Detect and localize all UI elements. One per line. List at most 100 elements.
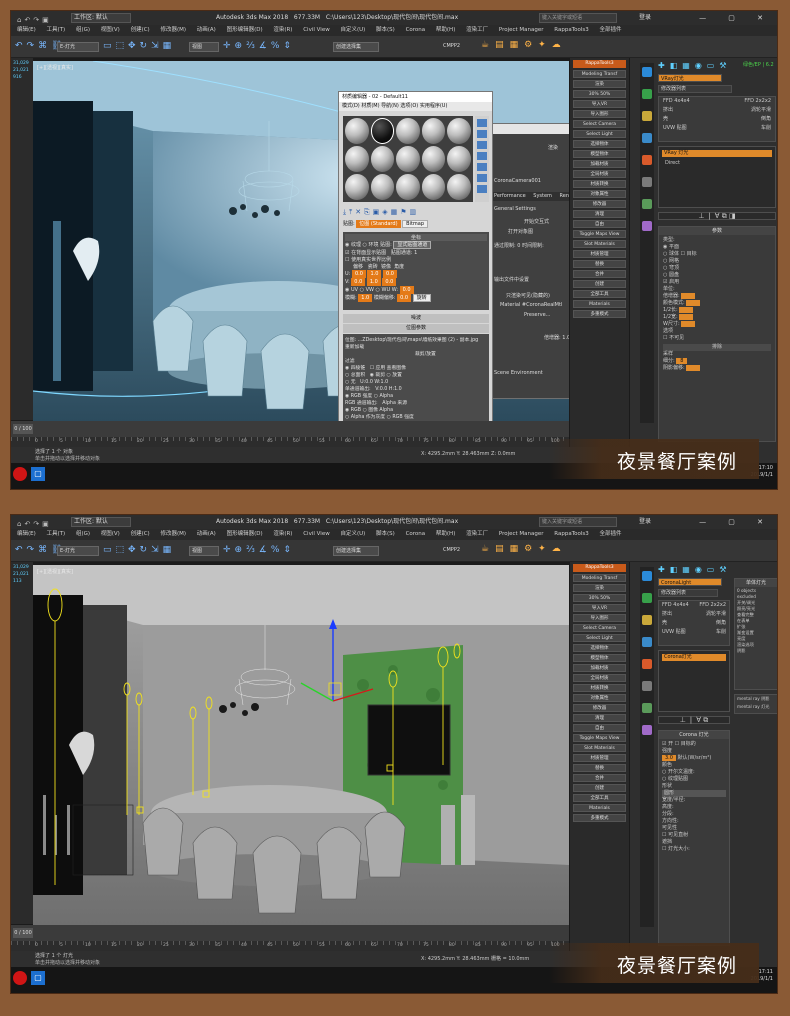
modify-icon[interactable] — [642, 89, 652, 99]
rappa-materials-dropdown[interactable]: Materials — [573, 300, 626, 308]
stack-sub-direct[interactable]: Direct — [659, 160, 775, 166]
filter-pyramidal[interactable]: ◉ 四棱锥 ☐ 应用 查看图像 — [345, 364, 487, 371]
timeline-ruler[interactable]: 0 5 10 15 20 25 30 35 40 45 50 55 60 65 … — [11, 437, 569, 447]
stack-tools[interactable]: ⊥ ❘ ∀ ⧉ — [658, 716, 730, 724]
menu-rendering[interactable]: 渲染(R) — [273, 27, 292, 33]
bevel-button[interactable]: 倒角 — [761, 115, 771, 122]
corona-kelvin-radio[interactable]: ○ 开尔文温度: — [662, 769, 726, 776]
map-type-button[interactable]: Bitmap — [402, 220, 429, 228]
search-input[interactable]: 键入关键字或短语 — [539, 517, 617, 527]
map-channel-value[interactable]: 1 — [414, 250, 417, 256]
corona-shape-dropdown[interactable]: 圆形 — [662, 790, 726, 797]
sample-uv-icon[interactable] — [477, 141, 487, 149]
corona-units-dropdown[interactable]: 默认(W/sr/m²) — [678, 755, 712, 761]
motion-icon[interactable] — [642, 637, 652, 647]
reference-coord-dropdown[interactable]: 视图 — [189, 42, 219, 52]
sample-slot[interactable] — [396, 174, 420, 200]
camera-icon[interactable] — [642, 221, 652, 231]
menu-render-farm[interactable]: 渲染工厂 — [466, 27, 488, 33]
exclude-button[interactable]: 排除 — [663, 344, 771, 351]
sample-slot[interactable] — [421, 146, 446, 172]
rappa-merge-button[interactable]: 合并 — [573, 774, 626, 782]
rappa-model-objects[interactable]: 模型物体 — [573, 150, 626, 158]
login-button[interactable]: 登录 — [639, 515, 651, 529]
tab-performance[interactable]: Performance — [494, 193, 526, 199]
place-radio[interactable]: 放置 — [392, 373, 402, 378]
app-record-icon[interactable] — [13, 971, 27, 985]
menu-view[interactable]: 视图(V) — [101, 531, 120, 537]
noise-rollout[interactable]: 噪波 — [343, 314, 489, 323]
rappa-create-button[interactable]: 创建 — [573, 280, 626, 288]
sample-slot[interactable] — [447, 146, 471, 172]
bitmap-params-rollout[interactable]: 位图参数 — [343, 324, 489, 333]
coord-y[interactable]: Y: 28.463mm — [457, 451, 490, 457]
rappa-select-objects[interactable]: 选择物体 — [573, 644, 626, 652]
rgb-radio[interactable]: ◉ RGB ○ 图像 Alpha — [345, 406, 487, 413]
workspace-dropdown[interactable]: 工作区: 默认 — [71, 13, 131, 23]
menu-group[interactable]: 组(G) — [76, 531, 90, 537]
preserve-button[interactable]: Preserve... — [524, 312, 551, 318]
extrude-button[interactable]: 挤出 — [662, 610, 672, 617]
tiling-v-field[interactable]: 1.0 — [366, 278, 381, 286]
ffd-222-button[interactable]: FFD 2x2x2 — [699, 602, 726, 608]
display-icon[interactable] — [642, 659, 652, 669]
time-slider[interactable]: 0 / 100 — [11, 925, 569, 941]
taskbar-app-icon[interactable]: ▢ — [31, 467, 45, 481]
modifier-list-dropdown[interactable]: 修改器列表 — [658, 589, 718, 597]
select-by-material-icon[interactable] — [477, 185, 487, 193]
filter-sat[interactable]: ○ 总面积 ◉ 裁剪 ○ 放置 — [345, 371, 487, 378]
utilities-icon[interactable] — [642, 681, 652, 691]
corona-intensity-field[interactable]: 3.0 — [662, 755, 676, 761]
texture-radio[interactable]: 纹理 — [351, 242, 361, 248]
hierarchy-icon[interactable] — [642, 111, 652, 121]
output-settings[interactable]: 输出文件中设置 — [494, 276, 529, 283]
transform-icons[interactable]: ▭⬚✥↻⇲▦ — [103, 545, 175, 555]
shell-button[interactable]: 壳 — [662, 619, 667, 626]
timeline-ruler[interactable]: 0 5 10 15 20 25 30 35 40 45 50 55 60 65 … — [11, 941, 569, 951]
rappa-global-material[interactable]: 全局材质 — [573, 170, 626, 178]
sample-slot[interactable] — [421, 118, 446, 144]
type-disc[interactable]: ○ 圆盘 — [663, 272, 771, 279]
stack-tools[interactable]: ⊥ ❘ ∀ ⧉ ◨ — [658, 212, 776, 220]
slot-materials-dropdown[interactable]: Slot Materials — [573, 240, 626, 248]
alpha-gray-radio[interactable]: ○ Alpha 作为灰度 ○ RGB 强度 — [345, 413, 487, 420]
me-menu-material[interactable]: 材质(M) — [361, 103, 379, 109]
rappa-import-vr[interactable]: 导入VR — [573, 604, 626, 612]
invisible-checkbox[interactable]: ☐ 不可见 — [663, 335, 771, 342]
snap-icons[interactable]: ✛⊕⅔∡%⇕ — [223, 41, 295, 51]
single-light-item[interactable]: 阴影 — [737, 648, 775, 654]
size-x-field[interactable] — [679, 307, 693, 313]
sample-slot[interactable] — [345, 118, 369, 144]
menu-rendering[interactable]: 渲染(R) — [273, 531, 292, 537]
ffd-444-button[interactable]: FFD 4x4x4 — [662, 602, 689, 608]
size-w-field[interactable] — [681, 321, 695, 327]
params-title[interactable]: 参数 — [659, 227, 775, 235]
turbosmooth-button[interactable]: 涡轮平滑 — [706, 610, 726, 617]
me-menu-mode[interactable]: 模式(D) — [342, 103, 360, 109]
rappa-object-props[interactable]: 对象属性 — [573, 694, 626, 702]
window-controls[interactable]: — ▢ ✕ — [699, 11, 773, 25]
sample-slot[interactable] — [421, 174, 446, 200]
select-light-dropdown[interactable]: Select Light — [573, 634, 626, 642]
menu-modifiers[interactable]: 修改器(M) — [160, 27, 186, 33]
mental-ray-light[interactable]: mental ray 灯光 — [737, 703, 777, 711]
slot-materials-dropdown[interactable]: Slot Materials — [573, 744, 626, 752]
me-menu-navigation[interactable]: 导航(N) — [381, 103, 399, 109]
rappatools-tabs[interactable]: Modeling Transf — [573, 574, 626, 582]
select-camera-dropdown[interactable]: Select Camera — [573, 624, 626, 632]
coord-x[interactable]: X: 4295.2mm — [421, 956, 455, 962]
rappa-free[interactable]: 自由 — [573, 220, 626, 228]
material-editor-toolbar[interactable]: ⤓⤒✕⎘▣◈▦⚑▥ — [343, 208, 489, 218]
menu-graph-editors[interactable]: 图形编辑器(D) — [227, 27, 263, 33]
rotate-button[interactable]: 旋转 — [412, 294, 431, 302]
rappa-import-vr[interactable]: 导入VR — [573, 100, 626, 108]
sample-slot[interactable] — [370, 146, 395, 172]
video-color-icon[interactable] — [477, 152, 487, 160]
rappa-mode-button[interactable]: 多重模式 — [573, 310, 626, 318]
rappa-tools-row[interactable]: 全部工具 — [573, 794, 626, 802]
uvw-button[interactable]: UVW 贴图 — [662, 628, 686, 635]
enable-checkbox[interactable]: ☑ 启用 — [663, 279, 771, 286]
sample-slot[interactable] — [447, 118, 471, 144]
render-button[interactable]: 渲染 — [548, 144, 558, 151]
menu-scripting[interactable]: 脚本(S) — [376, 27, 395, 33]
